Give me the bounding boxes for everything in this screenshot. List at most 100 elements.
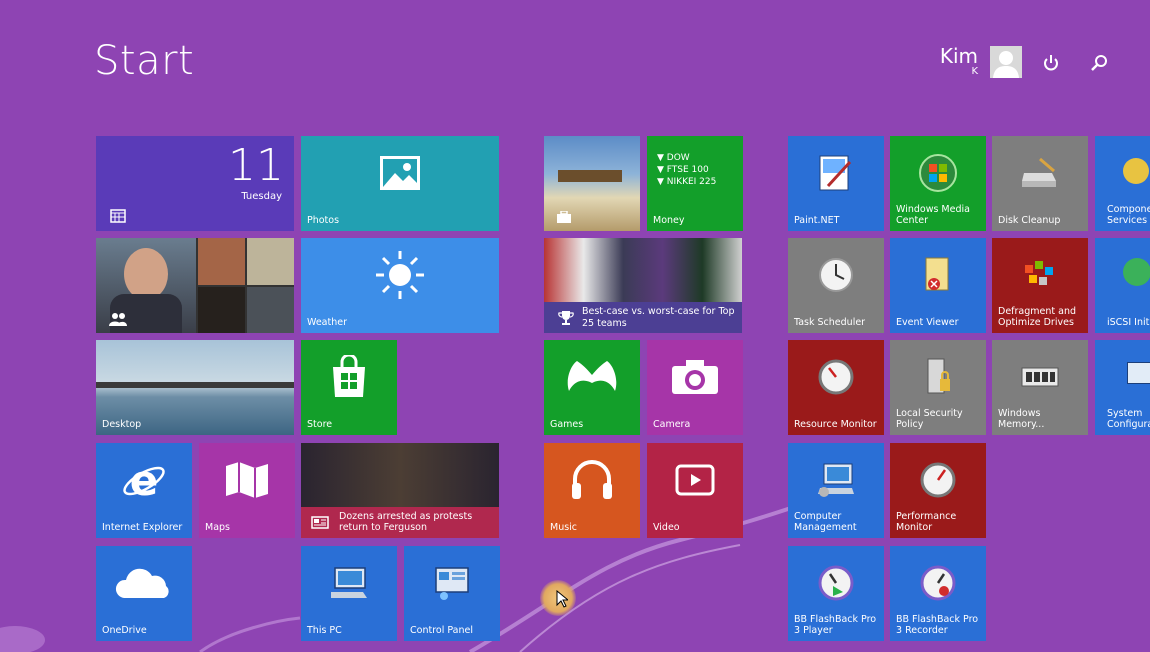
tile-this-pc[interactable]: This PC xyxy=(301,546,397,641)
tile-bb-flashback-recorder[interactable]: BB FlashBack Pro 3 Recorder xyxy=(890,546,986,641)
tile-news[interactable]: Dozens arrested as protests return to Fe… xyxy=(301,443,499,538)
tile-label: Control Panel xyxy=(410,624,473,636)
people-photo-2 xyxy=(198,238,245,285)
paint-net-icon xyxy=(819,155,852,190)
tile-label: Video xyxy=(653,521,680,533)
tile-desktop[interactable]: Desktop xyxy=(96,340,294,435)
headphones-icon xyxy=(572,459,612,499)
page-title: Start xyxy=(94,38,195,84)
camera-icon xyxy=(672,359,718,394)
arrow-cursor-icon xyxy=(556,590,568,608)
money-line-2: ▼ FTSE 100 xyxy=(657,165,709,175)
tile-disk-cleanup[interactable]: Disk Cleanup xyxy=(992,136,1088,231)
tile-photos[interactable]: Photos xyxy=(301,136,499,231)
tile-sports[interactable]: Best-case vs. worst-case for Top 25 team… xyxy=(544,238,742,333)
xbox-icon xyxy=(567,360,617,391)
search-button[interactable] xyxy=(1086,50,1112,76)
tile-label: Local Security Policy xyxy=(896,408,963,430)
windows-media-center-icon xyxy=(919,153,957,192)
beach-hut-image xyxy=(558,170,622,182)
disk-cleanup-icon xyxy=(1022,157,1056,187)
tile-people[interactable] xyxy=(96,238,294,333)
tile-label: Computer Management xyxy=(794,511,857,533)
tile-iscsi-initiator[interactable]: iSCSI Initiator xyxy=(1095,238,1150,333)
tile-maps[interactable]: Maps xyxy=(199,443,295,538)
tile-label: Windows Media Center xyxy=(896,204,970,226)
search-icon xyxy=(1091,55,1107,71)
news-icon xyxy=(311,516,329,529)
flashback-recorder-icon xyxy=(920,565,956,600)
tile-money[interactable]: ▼ DOW ▼ FTSE 100 ▼ NIKKEI 225 Money xyxy=(647,136,743,231)
avatar xyxy=(990,46,1022,78)
tile-video[interactable]: Video xyxy=(647,443,743,538)
tile-control-panel[interactable]: Control Panel xyxy=(404,546,500,641)
user-subname: K xyxy=(971,66,978,77)
system-configuration-icon xyxy=(1127,362,1150,384)
tile-games[interactable]: Games xyxy=(544,340,640,435)
tile-label: Event Viewer xyxy=(896,316,959,328)
tile-windows-memory[interactable]: Windows Memory... xyxy=(992,340,1088,435)
tile-label: Camera xyxy=(653,418,691,430)
sports-headline: Best-case vs. worst-case for Top 25 team… xyxy=(582,306,735,329)
component-services-icon xyxy=(1123,158,1149,184)
tile-label: Performance Monitor xyxy=(896,511,957,533)
news-headline: Dozens arrested as protests return to Fe… xyxy=(339,511,473,533)
tile-label: Component Services xyxy=(1107,204,1150,226)
store-icon xyxy=(333,354,365,397)
tile-label: This PC xyxy=(307,624,342,636)
trophy-icon xyxy=(558,311,574,325)
tile-local-security-policy[interactable]: Local Security Policy xyxy=(890,340,986,435)
user-account[interactable]: Kim K xyxy=(940,44,1024,80)
defragment-icon xyxy=(1025,260,1053,285)
event-viewer-icon xyxy=(925,257,949,290)
svg-text:e: e xyxy=(130,457,159,503)
tile-label: Music xyxy=(550,521,578,533)
tile-label: Task Scheduler xyxy=(794,316,866,328)
tile-calendar[interactable]: 11 Tuesday xyxy=(96,136,294,231)
power-icon xyxy=(1044,55,1058,71)
tile-travel[interactable] xyxy=(544,136,640,231)
tile-event-viewer[interactable]: Event Viewer xyxy=(890,238,986,333)
computer-management-icon xyxy=(818,463,854,497)
tile-music[interactable]: Music xyxy=(544,443,640,538)
gauge-icon xyxy=(818,359,854,394)
user-name: Kim xyxy=(939,44,978,68)
tile-label: BB FlashBack Pro 3 Recorder xyxy=(896,614,979,636)
tile-bb-flashback-player[interactable]: BB FlashBack Pro 3 Player xyxy=(788,546,884,641)
tile-label: Games xyxy=(550,418,584,430)
pier-image xyxy=(96,382,294,388)
globe-icon xyxy=(1123,258,1150,286)
tile-internet-explorer[interactable]: e Internet Explorer xyxy=(96,443,192,538)
tile-label: Resource Monitor xyxy=(794,418,877,430)
tile-defragment[interactable]: Defragment and Optimize Drives xyxy=(992,238,1088,333)
tile-windows-media-center[interactable]: Windows Media Center xyxy=(890,136,986,231)
tile-label: Windows Memory... xyxy=(998,408,1045,430)
power-button[interactable] xyxy=(1038,50,1064,76)
tile-performance-monitor[interactable]: Performance Monitor xyxy=(890,443,986,538)
news-photo xyxy=(301,443,499,507)
tile-task-scheduler[interactable]: Task Scheduler xyxy=(788,238,884,333)
tile-system-configuration[interactable]: System Configuration xyxy=(1095,340,1150,435)
onedrive-icon xyxy=(115,568,169,598)
tile-resource-monitor[interactable]: Resource Monitor xyxy=(788,340,884,435)
tile-onedrive[interactable]: OneDrive xyxy=(96,546,192,641)
sports-photo xyxy=(544,238,742,302)
tile-label: OneDrive xyxy=(102,624,147,636)
tile-label: System Configuration xyxy=(1107,408,1150,430)
tile-label: Store xyxy=(307,418,333,430)
tile-paint-net[interactable]: Paint.NET xyxy=(788,136,884,231)
tile-label: BB FlashBack Pro 3 Player xyxy=(794,614,877,636)
tile-computer-management[interactable]: Computer Management xyxy=(788,443,884,538)
tile-component-services[interactable]: Component Services xyxy=(1095,136,1150,231)
tile-store[interactable]: Store xyxy=(301,340,397,435)
mouse-cursor-highlight xyxy=(540,580,576,616)
maps-icon xyxy=(226,461,268,498)
tile-label: Photos xyxy=(307,214,340,226)
memory-chip-icon xyxy=(1021,367,1059,386)
calendar-day: Tuesday xyxy=(241,191,282,202)
tile-label: Paint.NET xyxy=(794,214,840,226)
people-icon xyxy=(109,313,127,326)
tile-camera[interactable]: Camera xyxy=(647,340,743,435)
tile-weather[interactable]: Weather xyxy=(301,238,499,333)
news-headline-bar: Dozens arrested as protests return to Fe… xyxy=(301,507,499,538)
